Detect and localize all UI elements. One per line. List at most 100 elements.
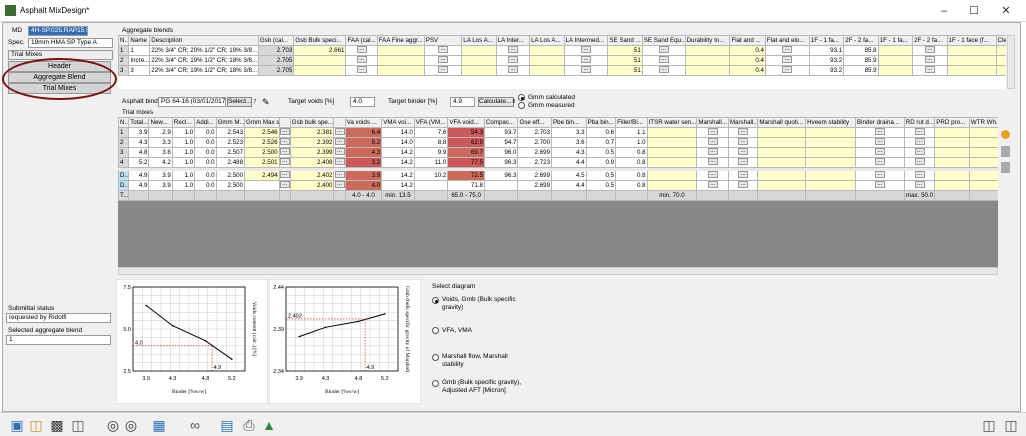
ellipsis-icon[interactable]: ... xyxy=(580,66,591,74)
trial-cell[interactable]: 94.7 xyxy=(483,137,519,148)
trial-ellipsis-button[interactable]: ... xyxy=(696,147,729,158)
trial-cell[interactable] xyxy=(934,137,970,148)
trial-ellipsis-button[interactable]: ... xyxy=(903,127,936,138)
trial-ellipsis-button[interactable]: ... xyxy=(696,180,729,191)
blend-cell[interactable] xyxy=(376,45,425,56)
delete-icon[interactable]: ◫ xyxy=(69,416,87,434)
blend-cell[interactable]: 3 xyxy=(128,65,151,76)
trial-cell[interactable] xyxy=(483,180,519,191)
trial-cell[interactable]: 0.8 xyxy=(615,147,648,158)
trial-col-header[interactable]: RD rut d... xyxy=(903,117,936,128)
trial-ellipsis-button[interactable]: ... xyxy=(854,127,905,138)
blend-col-header[interactable]: 1F - 1 fa... xyxy=(877,35,914,46)
ellipsis-icon[interactable]: ... xyxy=(437,56,448,64)
blend-cell[interactable]: 93.1 xyxy=(808,45,845,56)
trial-cell[interactable]: 14.0 xyxy=(381,127,415,138)
blend-cell[interactable]: 51 xyxy=(607,65,643,76)
blend-cell[interactable] xyxy=(293,65,347,76)
blend-col-header[interactable]: PSV xyxy=(423,35,463,46)
trial-cell[interactable]: 4.5 xyxy=(551,170,587,181)
blend-col-header[interactable]: FAA (cal... xyxy=(345,35,378,46)
trial-cell[interactable]: 1.0 xyxy=(171,137,196,148)
trial-cell[interactable] xyxy=(757,157,807,168)
ellipsis-icon[interactable]: ... xyxy=(335,181,345,189)
trial-cell[interactable]: 5.2 xyxy=(344,137,383,148)
trial-col-header[interactable]: Recl... xyxy=(171,117,196,128)
blends-scrollbar[interactable] xyxy=(1007,35,1015,89)
blend-ellipsis-button[interactable]: ... xyxy=(563,65,609,76)
blend-col-header[interactable]: Flat and elo... xyxy=(764,35,810,46)
trial-col-header[interactable]: Filler/Bi... xyxy=(615,117,648,128)
ellipsis-icon[interactable]: ... xyxy=(335,148,345,156)
calculate-button[interactable]: Calculate...8 xyxy=(478,97,515,107)
blend-cell[interactable] xyxy=(946,55,997,66)
trial-cell[interactable]: 4.2 xyxy=(148,157,173,168)
trial-cell[interactable]: 1.0 xyxy=(171,180,196,191)
blend-cell[interactable]: 93.2 xyxy=(808,55,845,66)
open-folder-icon[interactable]: ◫ xyxy=(27,416,45,434)
trial-cell[interactable]: 2.399 xyxy=(289,147,335,158)
trial-cell[interactable]: 2.402 xyxy=(289,170,335,181)
ellipsis-icon[interactable]: ... xyxy=(738,158,749,166)
trial-cell[interactable]: 62.9 xyxy=(447,137,485,148)
blend-cell[interactable]: 1 xyxy=(118,45,130,56)
blend-ellipsis-button[interactable]: ... xyxy=(912,55,948,66)
trial-cell[interactable]: 0.5 xyxy=(585,170,617,181)
blend-cell[interactable]: 2.703 xyxy=(257,45,295,56)
blend-row[interactable]: 1 1 22% 3/4" CR; 20% 1/2" CR; 19% 3/8... 2.… xyxy=(118,45,1006,56)
select-binder-button[interactable]: Select... 7 xyxy=(227,97,256,107)
blend-row[interactable]: 2 Incre... 22% 3/4" CR; 19% 1/2" CR; 18% 3… xyxy=(118,55,1006,66)
target-binder-field[interactable]: 4.9 xyxy=(450,97,475,107)
blend-cell[interactable]: 2.661 xyxy=(293,45,347,56)
blend-ellipsis-button[interactable]: ... xyxy=(345,65,378,76)
blend-col-header[interactable]: Description xyxy=(149,35,259,46)
trial-col-header[interactable] xyxy=(333,117,346,128)
trial-cell[interactable]: 0.6 xyxy=(585,127,617,138)
trial-cell[interactable]: 2.501 xyxy=(244,157,280,168)
trial-cell[interactable]: 3.9 xyxy=(148,180,173,191)
trial-col-header[interactable]: Pba bin... xyxy=(585,117,617,128)
blend-cell[interactable]: 51 xyxy=(607,45,643,56)
blend-cell[interactable] xyxy=(877,65,914,76)
trial-cell[interactable] xyxy=(934,170,970,181)
trial-ellipsis-button[interactable]: ... xyxy=(727,147,759,158)
trial-cell[interactable]: 2.699 xyxy=(517,180,553,191)
trial-cell[interactable]: 0.5 xyxy=(585,147,617,158)
trial-cell[interactable] xyxy=(968,170,998,181)
blend-ellipsis-button[interactable]: ... xyxy=(495,65,531,76)
blend-ellipsis-button[interactable]: ... xyxy=(641,55,686,66)
ellipsis-icon[interactable]: ... xyxy=(738,148,749,156)
trial-cell[interactable]: 2.703 xyxy=(517,127,553,138)
trial-cell[interactable]: 3.9 xyxy=(128,127,150,138)
trial-cell[interactable]: 0.0 xyxy=(194,137,217,148)
blend-cell[interactable]: 2.705 xyxy=(257,55,295,66)
blend-cell[interactable]: 85.9 xyxy=(843,65,879,76)
md-field[interactable]: 4H-SP.025.RAP15 LB xyxy=(28,26,88,36)
trial-cell[interactable] xyxy=(968,147,998,158)
trial-cell[interactable]: 2.526 xyxy=(244,137,280,148)
blend-cell[interactable] xyxy=(995,65,1006,76)
ellipsis-icon[interactable]: ... xyxy=(356,66,367,74)
trial-cell[interactable]: 1.1 xyxy=(615,127,648,138)
ellipsis-icon[interactable]: ... xyxy=(707,128,718,136)
trial-col-header[interactable]: Pbe bin... xyxy=(551,117,587,128)
ellipsis-icon[interactable]: ... xyxy=(437,66,448,74)
trial-cell[interactable]: 1.0 xyxy=(171,147,196,158)
trial-cell[interactable]: 4.9 xyxy=(128,170,150,181)
trial-ellipsis-button[interactable]: ... xyxy=(696,137,729,148)
trial-cell[interactable]: 1.0 xyxy=(171,157,196,168)
trial-cell[interactable]: 93.7 xyxy=(483,127,519,138)
trial-cell[interactable]: 4.8 xyxy=(128,147,150,158)
trial-cell[interactable] xyxy=(413,180,449,191)
blend-ellipsis-button[interactable]: ... xyxy=(495,45,531,56)
trial-cell[interactable]: 3.9 xyxy=(344,170,383,181)
trial-cell[interactable] xyxy=(934,157,970,168)
trial-cell[interactable]: 0.8 xyxy=(615,180,648,191)
blend-cell[interactable]: 51 xyxy=(607,55,643,66)
trial-cell[interactable]: 77.5 xyxy=(447,157,485,168)
ellipsis-icon[interactable]: ... xyxy=(924,46,935,54)
ellipsis-icon[interactable]: ... xyxy=(356,46,367,54)
blend-col-header[interactable]: LA Intermed... xyxy=(563,35,609,46)
trial-cell[interactable] xyxy=(968,157,998,168)
trial-ellipsis-button[interactable]: ... xyxy=(696,157,729,168)
